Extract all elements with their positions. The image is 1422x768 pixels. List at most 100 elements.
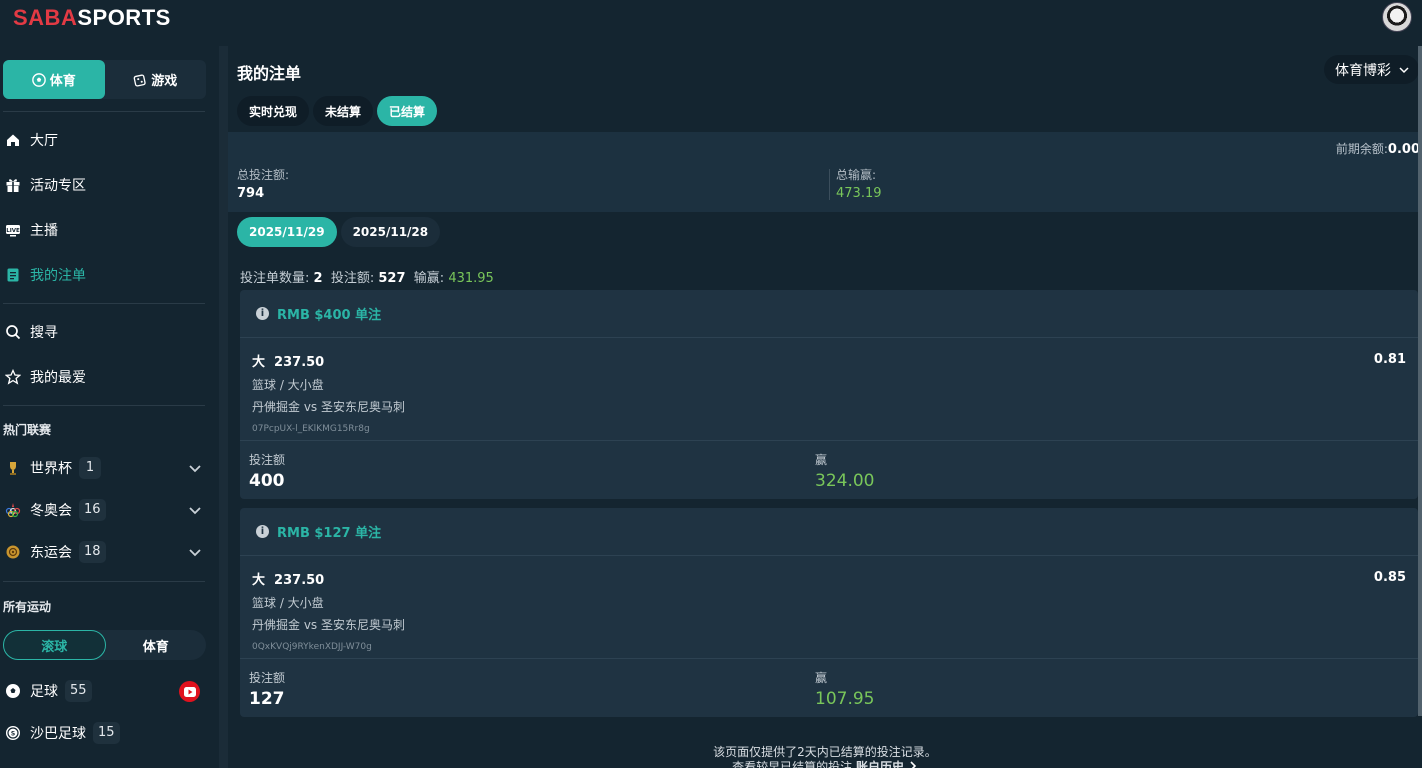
chevron-down-icon[interactable] bbox=[187, 460, 203, 476]
tab-settled[interactable]: 已结算 bbox=[377, 96, 438, 126]
bet-stake-label: 投注额 bbox=[249, 453, 286, 467]
main-content: 我的注单 体育博彩 实时兑现 未结算 已结算 前期余额:0.00 总投注额: 7… bbox=[228, 46, 1422, 768]
tab-cash-out[interactable]: 实时兑现 bbox=[237, 96, 310, 126]
account-history-line: 查看较早已结算的投注 账户历史 bbox=[228, 758, 1422, 768]
bet-card[interactable]: i RMB $400 单注 大 237.50 0.81 篮球 / 大小盘 丹佛掘… bbox=[240, 290, 1418, 499]
day-win-loss-value: 431.95 bbox=[448, 271, 494, 286]
bet-result-value: 324.00 bbox=[815, 471, 875, 491]
total-win-loss-label: 总输赢: bbox=[836, 168, 877, 182]
bet-stake-value: 127 bbox=[249, 689, 285, 709]
bet-market: 篮球 / 大小盘 bbox=[252, 596, 324, 610]
sidebar-divider bbox=[3, 111, 205, 112]
sidebar-scrollbar[interactable] bbox=[219, 46, 228, 768]
total-stake: 总投注额: 794 bbox=[237, 166, 289, 201]
logo-part-sports: SPORTS bbox=[77, 5, 171, 30]
dice-icon bbox=[133, 73, 146, 87]
league-count-badge: 16 bbox=[79, 499, 106, 521]
main-scrollbar[interactable] bbox=[1418, 46, 1422, 716]
bet-slip-icon bbox=[5, 267, 21, 283]
league-label: 冬奥会 bbox=[30, 503, 72, 519]
sport-count-badge: 15 bbox=[93, 722, 120, 744]
olympic-rings-icon bbox=[5, 502, 21, 518]
bet-count-value: 2 bbox=[313, 271, 323, 286]
bet-selection: 大 237.50 0.81 篮球 / 大小盘 丹佛掘金 vs 圣安东尼奥马刺 0… bbox=[240, 338, 1418, 441]
date-chip[interactable]: 2025/11/29 bbox=[237, 217, 337, 247]
total-stake-label: 总投注额: bbox=[237, 168, 290, 182]
sport-item-saba-soccer[interactable]: S 沙巴足球 15 bbox=[5, 721, 205, 745]
account-history-prefix: 查看较早已结算的投注 bbox=[732, 760, 853, 768]
bet-card-header: i RMB $127 单注 bbox=[240, 508, 1418, 556]
league-item-sea-games[interactable]: 东运会 18 bbox=[5, 540, 205, 564]
nav-item-streamer[interactable]: LIVE 主播 bbox=[5, 219, 58, 241]
previous-balance-value: 0.00 bbox=[1387, 142, 1420, 157]
bet-match: 丹佛掘金 vs 圣安东尼奥马刺 bbox=[252, 618, 405, 632]
chevron-down-icon[interactable] bbox=[187, 544, 203, 560]
bet-selection: 大 237.50 0.85 篮球 / 大小盘 丹佛掘金 vs 圣安东尼奥马刺 0… bbox=[240, 556, 1418, 659]
league-label: 东运会 bbox=[30, 545, 72, 561]
gift-icon bbox=[5, 177, 21, 193]
bet-status-tabs: 实时兑现 未结算 已结算 bbox=[237, 96, 438, 126]
bet-amounts: 投注额 400 赢 324.00 bbox=[240, 441, 1418, 499]
user-avatar[interactable] bbox=[1382, 2, 1412, 32]
total-stake-value: 794 bbox=[237, 186, 265, 201]
sport-type-select[interactable]: 体育博彩 bbox=[1324, 55, 1419, 84]
nav-item-my-bets[interactable]: 我的注单 bbox=[5, 264, 86, 286]
league-item-winter-olympics[interactable]: 冬奥会 16 bbox=[5, 498, 205, 522]
star-icon bbox=[5, 369, 21, 385]
nav-item-search[interactable]: 搜寻 bbox=[5, 321, 58, 343]
sport-label: 沙巴足球 bbox=[30, 726, 86, 742]
bet-selection-line: 大 237.50 bbox=[252, 573, 325, 588]
nav-item-lobby[interactable]: 大厅 bbox=[5, 129, 58, 151]
account-history-link[interactable]: 账户历史 bbox=[856, 760, 904, 768]
bet-odds: 0.81 bbox=[1373, 352, 1406, 367]
top-bar: SABASPORTS bbox=[0, 0, 1422, 46]
switch-games[interactable]: 游戏 bbox=[105, 60, 207, 99]
nav-label: 搜寻 bbox=[30, 325, 58, 341]
info-icon[interactable]: i bbox=[256, 525, 269, 538]
bet-result-label: 赢 bbox=[815, 671, 828, 685]
bet-stake: 投注额 400 bbox=[249, 451, 285, 491]
nav-label: 活动专区 bbox=[30, 178, 86, 194]
bet-result-label: 赢 bbox=[815, 453, 828, 467]
toggle-sports[interactable]: 体育 bbox=[106, 630, 207, 660]
chevron-down-icon[interactable] bbox=[187, 502, 203, 518]
bet-market: 篮球 / 大小盘 bbox=[252, 378, 324, 392]
logo-part-saba: SABA bbox=[13, 5, 78, 30]
nav-label: 主播 bbox=[30, 223, 58, 239]
bet-amounts: 投注额 127 赢 107.95 bbox=[240, 659, 1418, 717]
nav-item-promotions[interactable]: 活动专区 bbox=[5, 174, 86, 196]
sidebar-divider bbox=[3, 581, 205, 582]
bet-stake-value: 400 bbox=[249, 471, 285, 491]
total-win-loss-value: 473.19 bbox=[836, 186, 882, 201]
soccer-ball-icon bbox=[5, 683, 21, 699]
chevron-down-icon bbox=[1399, 67, 1409, 74]
home-icon bbox=[5, 132, 21, 148]
bet-ticket-id: 07PcpUX-l_EKlKMG15Rr8g bbox=[252, 424, 370, 434]
bet-card[interactable]: i RMB $127 单注 大 237.50 0.85 篮球 / 大小盘 丹佛掘… bbox=[240, 508, 1418, 717]
league-label: 世界杯 bbox=[30, 461, 72, 477]
sidebar-divider bbox=[3, 405, 205, 406]
switch-sports[interactable]: 体育 bbox=[3, 60, 105, 99]
bet-result-value: 107.95 bbox=[815, 689, 875, 709]
saba-sports-logo[interactable]: SABASPORTS bbox=[13, 5, 171, 31]
chevron-right-icon[interactable] bbox=[908, 761, 918, 768]
bet-header-text: RMB $127 单注 bbox=[277, 526, 382, 541]
svg-text:S: S bbox=[11, 731, 15, 738]
search-icon bbox=[5, 324, 21, 340]
toggle-in-play[interactable]: 滚球 bbox=[3, 630, 106, 660]
svg-text:LIVE: LIVE bbox=[6, 228, 20, 234]
bet-odds: 0.85 bbox=[1373, 570, 1406, 585]
tab-unsettled[interactable]: 未结算 bbox=[313, 96, 374, 126]
bet-result: 赢 107.95 bbox=[815, 669, 874, 709]
league-count-badge: 1 bbox=[79, 457, 101, 479]
trophy-icon bbox=[5, 460, 21, 476]
league-count-badge: 18 bbox=[79, 541, 106, 563]
league-item-world-cup[interactable]: 世界杯 1 bbox=[5, 456, 205, 480]
nav-item-favorites[interactable]: 我的最爱 bbox=[5, 366, 86, 388]
info-icon[interactable]: i bbox=[256, 307, 269, 320]
sport-item-soccer[interactable]: 足球 55 bbox=[5, 679, 205, 703]
day-win-loss-label: 输赢: bbox=[413, 271, 445, 286]
date-chip[interactable]: 2025/11/28 bbox=[340, 217, 441, 247]
previous-balance-label: 前期余额: bbox=[1335, 142, 1388, 156]
live-stream-icon[interactable] bbox=[179, 681, 200, 702]
